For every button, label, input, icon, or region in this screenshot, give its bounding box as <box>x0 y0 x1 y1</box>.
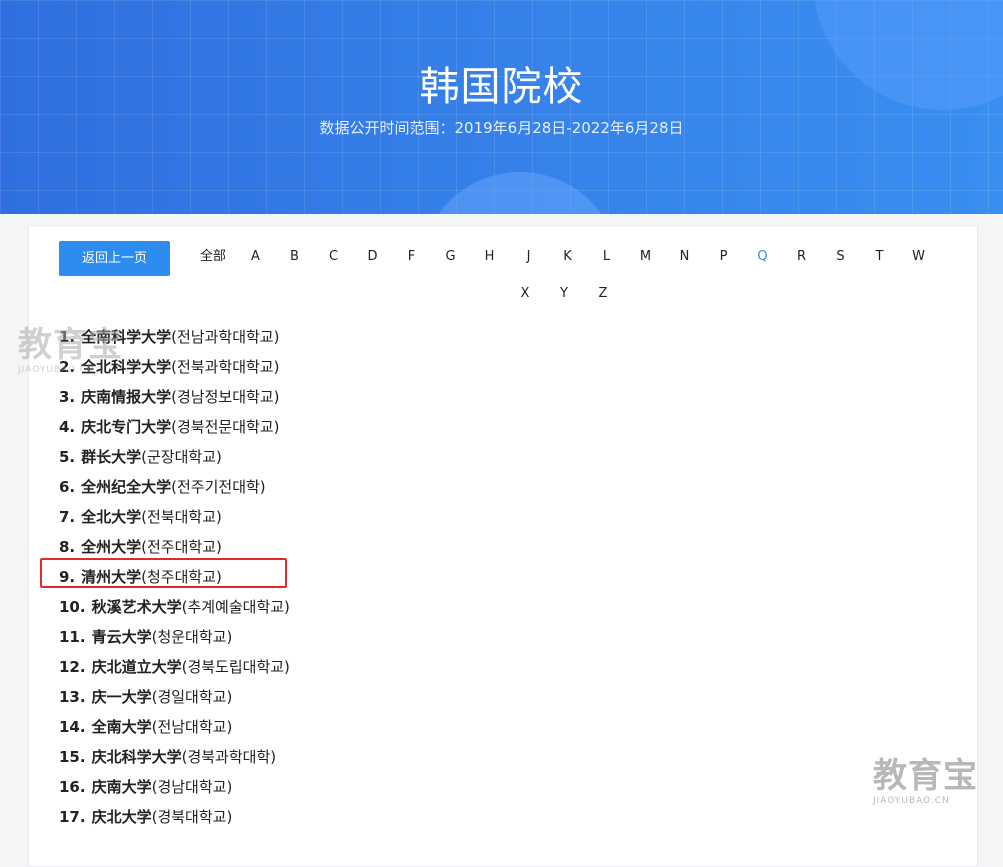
school-name-korean: (경북도립대학교) <box>181 658 290 676</box>
list-item: 10. 秋溪艺术大学(추계예술대학교) <box>59 592 290 622</box>
watermark-domain: JIAOYUBAO.CN <box>873 796 950 806</box>
school-name-chinese: 庆南情报大学 <box>81 388 172 406</box>
school-name-chinese: 全州大学 <box>81 538 142 556</box>
list-item: 13. 庆一大学(경일대학교) <box>59 682 290 712</box>
filter-c[interactable]: C <box>314 248 353 266</box>
list-item-number: 6. <box>59 478 76 496</box>
filter-a[interactable]: A <box>236 248 275 266</box>
school-name-korean: (추계예술대학교) <box>181 598 290 616</box>
school-name-korean: (경남대학교) <box>151 778 233 796</box>
school-name-chinese: 全南大学 <box>91 718 152 736</box>
list-item-number: 14. <box>59 718 86 736</box>
school-name-chinese: 庆南大学 <box>91 778 152 796</box>
filter-p[interactable]: P <box>704 248 743 266</box>
school-name-chinese: 全北大学 <box>81 508 142 526</box>
filter-w[interactable]: W <box>899 248 938 266</box>
page-title: 韩国院校 <box>419 64 584 110</box>
filter-d[interactable]: D <box>353 248 392 266</box>
school-name-korean: (전북대학교) <box>141 508 222 526</box>
filter-l[interactable]: L <box>587 248 626 266</box>
school-name-korean: (전남대학교) <box>151 718 233 736</box>
watermark-domain: JIAOYUBAO.CN <box>18 365 95 375</box>
school-name-korean: (전주기전대학) <box>171 478 266 496</box>
watermark-brand: 教育宝 <box>873 756 978 796</box>
data-range-subtitle: 数据公开时间范围：2019年6月28日-2022年6月28日 <box>319 119 684 137</box>
list-item: 5. 群长大学(군장대학교) <box>59 442 290 472</box>
filter-t[interactable]: T <box>860 248 899 266</box>
school-name-korean: (청운대학교) <box>151 628 233 646</box>
school-name-korean: (전남과학대학교) <box>171 328 280 346</box>
filter-x[interactable]: X <box>506 285 545 303</box>
list-item-number: 3. <box>59 388 76 406</box>
list-item-number: 10. <box>59 598 86 616</box>
school-name-korean: (경북대학교) <box>151 808 233 826</box>
list-item-number: 16. <box>59 778 86 796</box>
watermark-brand: 教育宝 <box>18 325 123 365</box>
list-item: 7. 全北大学(전북대학교) <box>59 502 290 532</box>
list-item-number: 17. <box>59 808 86 826</box>
list-item-number: 4. <box>59 418 76 436</box>
filter-m[interactable]: M <box>626 248 665 266</box>
list-item: 12. 庆北道立大学(경북도립대학교) <box>59 652 290 682</box>
list-item-number: 8. <box>59 538 76 556</box>
list-item-number: 11. <box>59 628 86 646</box>
school-name-korean: (경북전문대학교) <box>171 418 280 436</box>
list-item-number: 15. <box>59 748 86 766</box>
filter-k[interactable]: K <box>548 248 587 266</box>
list-item-number: 13. <box>59 688 86 706</box>
filter-n[interactable]: N <box>665 248 704 266</box>
school-name-chinese: 秋溪艺术大学 <box>91 598 182 616</box>
school-name-korean: (경일대학교) <box>151 688 233 706</box>
filter-z[interactable]: Z <box>584 285 623 303</box>
list-item: 15. 庆北科学大学(경북과학대학) <box>59 742 290 772</box>
list-item-number: 12. <box>59 658 86 676</box>
letter-filter-bar: 全部 A B C D F G H J K L M N P Q R S T W X Y Z <box>174 248 954 303</box>
list-item: 16. 庆南大学(경남대학교) <box>59 772 290 802</box>
filter-q[interactable]: Q <box>743 248 782 266</box>
list-item: 17. 庆北大学(경북대학교) <box>59 802 290 832</box>
filter-s[interactable]: S <box>821 248 860 266</box>
filter-j[interactable]: J <box>509 248 548 266</box>
school-name-chinese: 青云大学 <box>91 628 152 646</box>
school-name-korean: (군장대학교) <box>141 448 222 466</box>
filter-all[interactable]: 全部 <box>190 248 236 266</box>
school-name-chinese: 群长大学 <box>81 448 142 466</box>
list-item: 3. 庆南情报大学(경남정보대학교) <box>59 382 290 412</box>
school-name-korean: (전주대학교) <box>141 538 222 556</box>
list-item: 11. 青云大学(청운대학교) <box>59 622 290 652</box>
school-name-korean: (경남정보대학교) <box>171 388 280 406</box>
school-name-korean: (전북과학대학교) <box>171 358 280 376</box>
school-list-card: 返回上一页 全部 A B C D F G H J K L M N P Q R S T W X Y Z 1. 全南科学大学(전… <box>28 225 978 867</box>
list-item: 6. 全州纪全大学(전주기전대학) <box>59 472 290 502</box>
filter-g[interactable]: G <box>431 248 470 266</box>
back-button[interactable]: 返回上一页 <box>59 241 170 276</box>
school-name-chinese: 庆一大学 <box>91 688 152 706</box>
school-name-chinese: 庆北科学大学 <box>91 748 182 766</box>
list-item-number: 5. <box>59 448 76 466</box>
school-name-chinese: 庆北大学 <box>91 808 152 826</box>
school-name-chinese: 全州纪全大学 <box>81 478 172 496</box>
list-item-number: 7. <box>59 508 76 526</box>
list-item: 4. 庆北专门大学(경북전문대학교) <box>59 412 290 442</box>
filter-b[interactable]: B <box>275 248 314 266</box>
filter-h[interactable]: H <box>470 248 509 266</box>
school-name-chinese: 庆北道立大学 <box>91 658 182 676</box>
highlight-box <box>40 558 287 588</box>
list-item: 14. 全南大学(전남대학교) <box>59 712 290 742</box>
school-name-korean: (경북과학대학) <box>181 748 277 766</box>
page-banner: 韩国院校 数据公开时间范围：2019年6月28日-2022年6月28日 <box>0 0 1003 214</box>
filter-f[interactable]: F <box>392 248 431 266</box>
watermark-right: 教育宝 JIAOYUBAO.CN <box>873 757 978 807</box>
school-name-chinese: 庆北专门大学 <box>81 418 172 436</box>
watermark-left: 教育宝 JIAOYUBAO.CN <box>18 326 123 376</box>
filter-y[interactable]: Y <box>545 285 584 303</box>
filter-r[interactable]: R <box>782 248 821 266</box>
